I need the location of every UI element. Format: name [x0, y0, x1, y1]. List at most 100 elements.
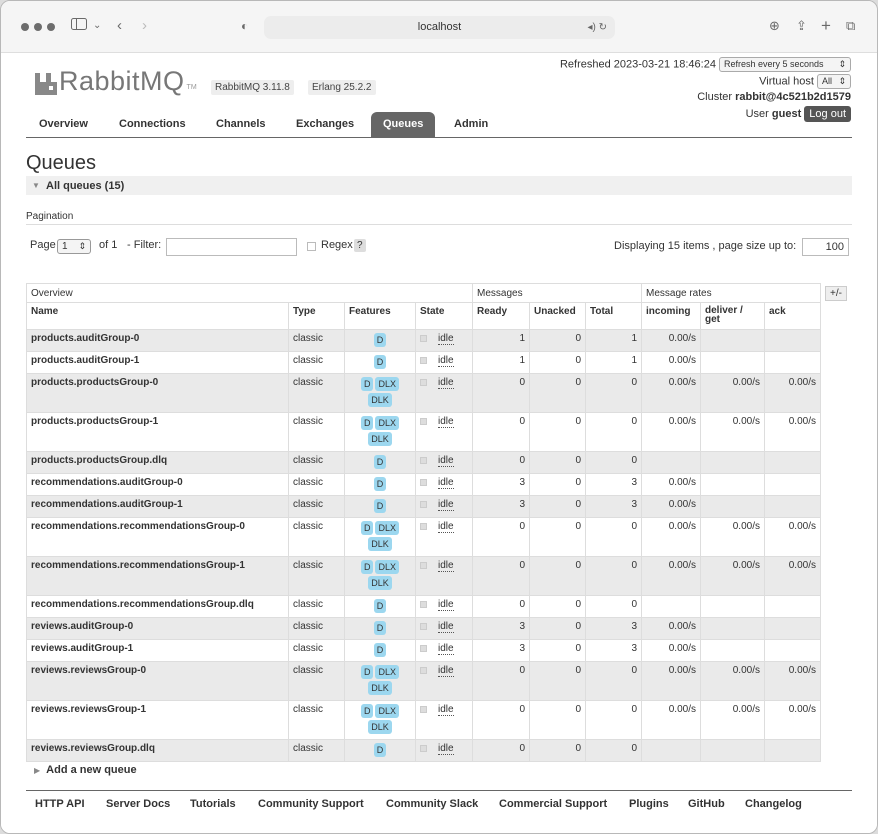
add-queue-toggle[interactable]: ▶ Add a new queue	[34, 764, 137, 776]
feature-badge: DLX	[375, 377, 399, 391]
tab-overview[interactable]: Overview	[39, 118, 88, 130]
queue-features: D DLX DLK	[344, 517, 416, 557]
footer-link-community-slack[interactable]: Community Slack	[386, 798, 478, 810]
queue-name-link[interactable]: recommendations.auditGroup-0	[26, 473, 289, 496]
regex-help-button[interactable]: ?	[354, 239, 366, 252]
close-window-dot[interactable]	[21, 23, 29, 31]
queue-state: idle	[415, 373, 473, 413]
queue-name-link[interactable]: recommendations.recommendationsGroup.dlq	[26, 595, 289, 618]
vhost-select[interactable]: All ⇕	[817, 74, 851, 89]
tab-exchanges[interactable]: Exchanges	[296, 118, 354, 130]
table-row: products.auditGroup-0 classic Didle 1 0 1 0.00…	[26, 329, 821, 352]
queue-name-link[interactable]: recommendations.auditGroup-1	[26, 495, 289, 518]
col-state[interactable]: State	[415, 302, 473, 330]
messages-unacked: 0	[529, 495, 586, 518]
address-bar[interactable]: localhost ◂) ↻	[264, 16, 615, 39]
queue-name-link[interactable]: recommendations.recommendationsGroup-1	[26, 556, 289, 596]
zoom-window-dot[interactable]	[47, 23, 55, 31]
queue-name-link[interactable]: reviews.reviewsGroup-0	[26, 661, 289, 701]
all-queues-toggle[interactable]: ▼ All queues (15)	[26, 176, 852, 195]
refresh-select[interactable]: Refresh every 5 seconds ⇕	[719, 57, 851, 72]
plus-icon[interactable]: +	[821, 15, 831, 37]
columns-toggle-button[interactable]: +/-	[825, 286, 847, 301]
state-label: idle	[438, 643, 454, 655]
queue-name-link[interactable]: reviews.auditGroup-1	[26, 639, 289, 662]
queue-name-link[interactable]: products.productsGroup.dlq	[26, 451, 289, 474]
col-total[interactable]: Total	[585, 302, 642, 330]
refreshed-text: Refreshed 2023-03-21 18:46:24	[559, 58, 716, 71]
minimize-window-dot[interactable]	[34, 23, 42, 31]
footer-link-community-support[interactable]: Community Support	[258, 798, 364, 810]
col-ready[interactable]: Ready	[472, 302, 530, 330]
table-header-row: Name Type Features State Ready Unacked T…	[26, 302, 821, 330]
refresh-select-value: Refresh every 5 seconds	[724, 59, 824, 69]
col-ack[interactable]: ack	[764, 302, 821, 330]
rabbitmq-logo[interactable]: RabbitMQ TM	[35, 65, 197, 95]
messages-unacked: 0	[529, 517, 586, 557]
chevron-down-icon[interactable]: ⌄	[93, 15, 101, 37]
tab-channels[interactable]: Channels	[216, 118, 266, 130]
col-incoming[interactable]: incoming	[641, 302, 701, 330]
footer-link-changelog[interactable]: Changelog	[745, 798, 802, 810]
col-features[interactable]: Features	[344, 302, 416, 330]
tab-queues[interactable]: Queues	[371, 112, 436, 138]
footer-link-plugins[interactable]: Plugins	[629, 798, 669, 810]
tabs-icon[interactable]: ⧉	[846, 15, 855, 37]
chevron-right-icon[interactable]: ›	[142, 15, 147, 37]
footer-link-server-docs[interactable]: Server Docs	[106, 798, 170, 810]
table-row: reviews.auditGroup-1 classic Didle 3 0 3 0.00/…	[26, 639, 821, 662]
group-message-rates: Message rates	[641, 283, 821, 303]
page-size-input[interactable]: 100	[802, 238, 849, 256]
queue-name-link[interactable]: products.auditGroup-0	[26, 329, 289, 352]
state-label: idle	[438, 477, 454, 489]
rate-incoming: 0.00/s	[641, 412, 701, 452]
sidebar-icon[interactable]	[71, 15, 87, 37]
table-row: products.productsGroup-0 classic D DLX DLK id…	[26, 373, 821, 413]
page-content: RabbitMQ TM RabbitMQ 3.11.8 Erlang 25.2.…	[1, 54, 877, 833]
refresh-row: Refreshed 2023-03-21 18:46:24 Refresh ev…	[560, 57, 851, 72]
feature-badge: D	[360, 665, 374, 679]
state-indicator-icon	[420, 666, 427, 674]
feature-badge: D	[373, 743, 387, 757]
filter-input[interactable]	[166, 238, 297, 256]
state-label: idle	[438, 621, 454, 633]
queue-name-link[interactable]: products.productsGroup-0	[26, 373, 289, 413]
messages-total: 3	[585, 473, 642, 496]
queue-state: idle	[415, 639, 473, 662]
footer-link-commercial-support[interactable]: Commercial Support	[499, 798, 607, 810]
share-icon[interactable]: ⇪	[796, 15, 807, 37]
rate-incoming: 0.00/s	[641, 473, 701, 496]
state-label: idle	[438, 704, 454, 716]
rate-deliver-get: 0.00/s	[700, 700, 765, 740]
messages-unacked: 0	[529, 617, 586, 640]
chevron-left-icon[interactable]: ‹	[117, 15, 122, 37]
feature-badge: D	[360, 377, 374, 391]
feature-badge: D	[373, 333, 387, 347]
queue-name-link[interactable]: reviews.auditGroup-0	[26, 617, 289, 640]
queue-name-link[interactable]: products.auditGroup-1	[26, 351, 289, 374]
col-type[interactable]: Type	[288, 302, 345, 330]
tab-admin[interactable]: Admin	[454, 118, 488, 130]
footer-link-github[interactable]: GitHub	[688, 798, 725, 810]
cluster-row: Cluster rabbit@4c521b2d1579	[697, 91, 851, 103]
rate-ack: 0.00/s	[764, 517, 821, 557]
col-unacked[interactable]: Unacked	[529, 302, 586, 330]
rate-incoming: 0.00/s	[641, 517, 701, 557]
trademark: TM	[186, 84, 197, 91]
col-name[interactable]: Name	[26, 302, 289, 330]
rate-deliver-get: 0.00/s	[700, 412, 765, 452]
regex-checkbox[interactable]	[307, 242, 316, 251]
queue-name-link[interactable]: reviews.reviewsGroup-1	[26, 700, 289, 740]
tab-connections[interactable]: Connections	[119, 118, 186, 130]
queue-name-link[interactable]: recommendations.recommendationsGroup-0	[26, 517, 289, 557]
footer-link-tutorials[interactable]: Tutorials	[190, 798, 236, 810]
rate-deliver-get	[700, 595, 765, 618]
page-select[interactable]: 1 ⇕	[57, 239, 91, 254]
download-icon[interactable]: ⊕	[769, 15, 780, 37]
queue-name-link[interactable]: products.productsGroup-1	[26, 412, 289, 452]
footer-link-http-api[interactable]: HTTP API	[35, 798, 85, 810]
speaker-icon[interactable]: ◂) ↻	[587, 16, 607, 39]
queue-name-link[interactable]: reviews.reviewsGroup.dlq	[26, 739, 289, 762]
col-deliver-get[interactable]: deliver / get	[700, 302, 765, 330]
rabbitmq-version: RabbitMQ 3.11.8	[211, 80, 294, 95]
